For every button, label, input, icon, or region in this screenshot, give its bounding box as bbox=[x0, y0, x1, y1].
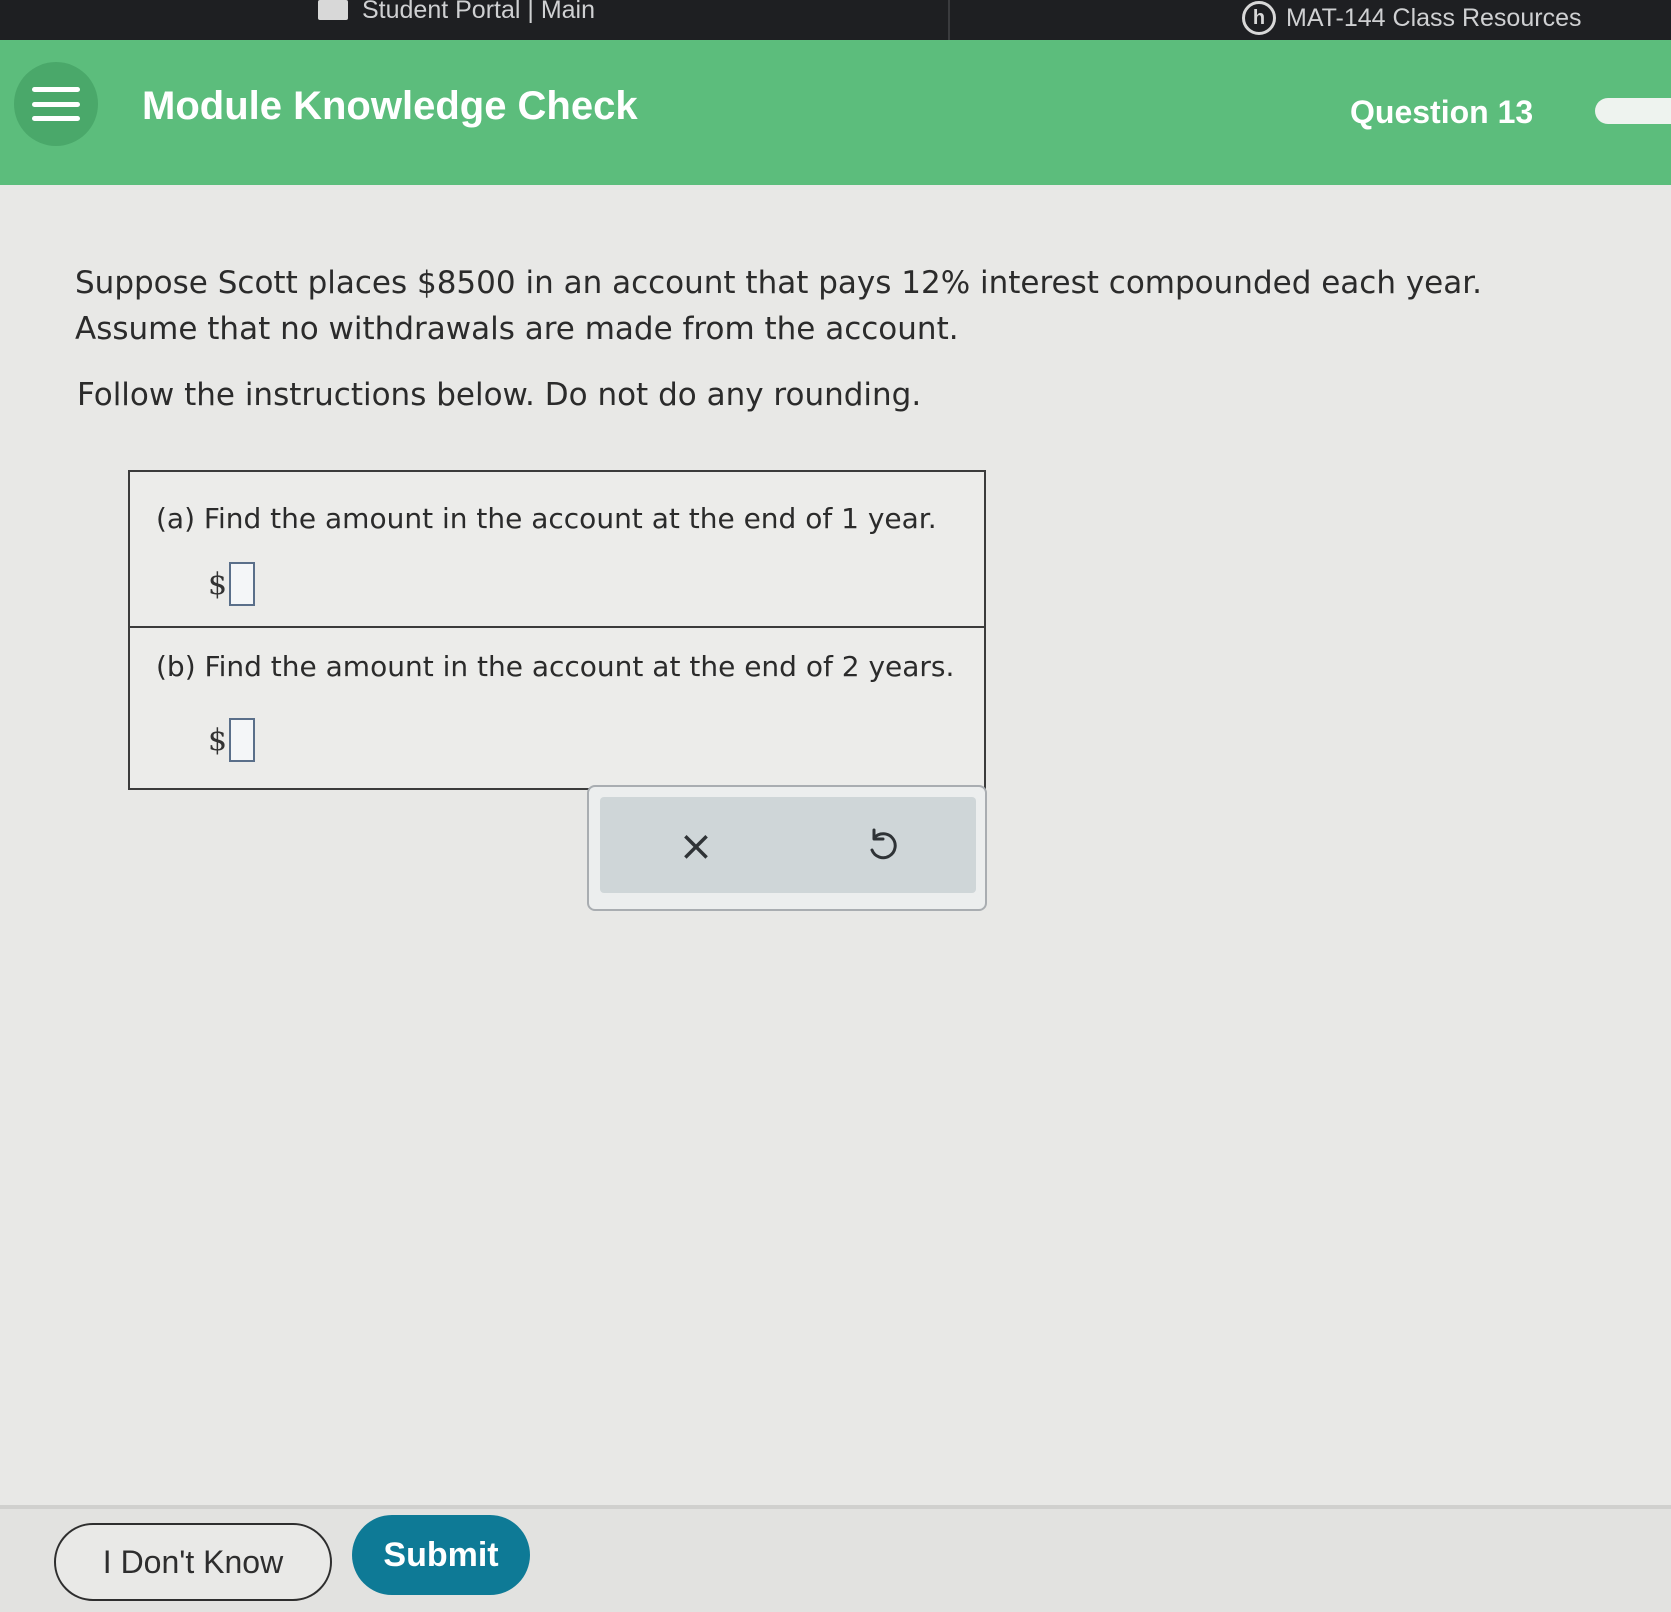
tab-student-portal-label: Student Portal | Main bbox=[362, 0, 596, 24]
question-number: Question 13 bbox=[1350, 94, 1534, 130]
page-title: Module Knowledge Check bbox=[142, 84, 638, 128]
part-b-answer: $ bbox=[208, 718, 256, 762]
footer-bar: I Don't Know Submit bbox=[0, 1505, 1671, 1612]
undo-icon bbox=[870, 828, 897, 860]
problem-statement: Suppose Scott places $8500 in an account… bbox=[75, 260, 1575, 352]
tab-divider bbox=[948, 0, 950, 40]
portal-icon bbox=[318, 0, 348, 20]
part-a-label: (a) Find the amount in the account at th… bbox=[156, 502, 937, 535]
part-b-answer-input[interactable] bbox=[229, 718, 256, 762]
dollar-sign: $ bbox=[208, 566, 228, 602]
dont-know-button[interactable]: I Don't Know bbox=[54, 1523, 332, 1601]
question-content: Suppose Scott places $8500 in an account… bbox=[0, 185, 1671, 1505]
tab-student-portal[interactable]: Student Portal | Main bbox=[318, 0, 595, 30]
menu-button[interactable] bbox=[14, 62, 98, 146]
tab-class-resources[interactable]: h MAT-144 Class Resources bbox=[1242, 0, 1581, 38]
module-header: Module Knowledge Check Question 13 bbox=[0, 40, 1671, 185]
x-icon: × bbox=[678, 820, 714, 870]
tab-class-resources-label: MAT-144 Class Resources bbox=[1286, 3, 1582, 32]
submit-button[interactable]: Submit bbox=[352, 1515, 530, 1595]
resources-icon: h bbox=[1242, 1, 1276, 35]
tools-tray: × bbox=[600, 797, 976, 893]
browser-bookmarks-bar: Student Portal | Main h MAT-144 Class Re… bbox=[0, 0, 1671, 40]
answer-tools-panel: × bbox=[587, 785, 987, 911]
dollar-sign: $ bbox=[208, 722, 228, 758]
part-b: (b) Find the amount in the account at th… bbox=[130, 626, 984, 788]
problem-line-2: Assume that no withdrawals are made from… bbox=[75, 311, 959, 347]
part-a: (a) Find the amount in the account at th… bbox=[130, 472, 984, 628]
problem-line-1: Suppose Scott places $8500 in an account… bbox=[75, 265, 1483, 301]
part-a-answer-input[interactable] bbox=[229, 562, 256, 606]
progress-bar bbox=[1595, 98, 1671, 124]
part-a-answer: $ bbox=[208, 562, 256, 606]
clear-button[interactable]: × bbox=[666, 817, 726, 873]
answer-parts-box: (a) Find the amount in the account at th… bbox=[128, 470, 986, 790]
undo-button[interactable] bbox=[852, 817, 912, 873]
hamburger-icon bbox=[32, 87, 80, 121]
instruction-text: Follow the instructions below. Do not do… bbox=[77, 377, 922, 413]
part-b-label: (b) Find the amount in the account at th… bbox=[156, 650, 955, 683]
